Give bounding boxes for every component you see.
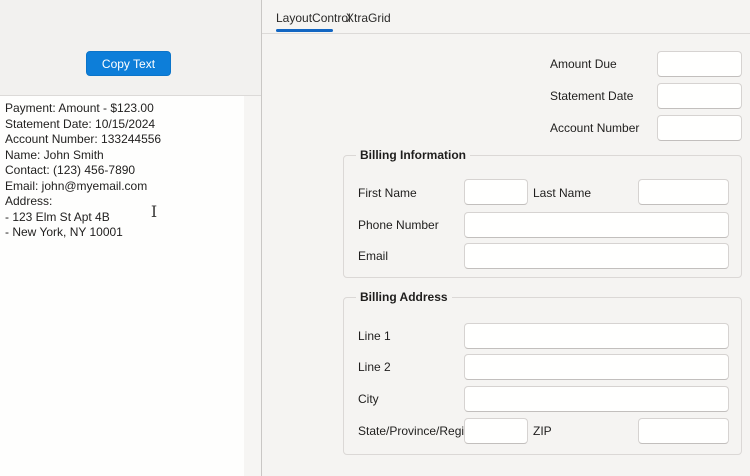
memo-line: - 123 Elm St Apt 4B — [5, 210, 240, 226]
zip-label: ZIP — [533, 423, 552, 439]
copy-text-button[interactable]: Copy Text — [86, 51, 171, 76]
memo-scrollbar[interactable] — [244, 96, 261, 476]
city-label: City — [358, 391, 379, 407]
left-toolbar-panel: Copy Text — [0, 0, 262, 96]
tab-xtragrid[interactable]: XtraGrid — [346, 10, 391, 26]
phone-number-label: Phone Number — [358, 217, 439, 233]
first-name-input[interactable] — [464, 179, 528, 205]
tab-layoutcontrol[interactable]: LayoutControl — [276, 10, 351, 26]
line1-label: Line 1 — [358, 328, 391, 344]
billing-address-title: Billing Address — [356, 290, 452, 305]
state-province-region-label: State/Province/Region — [358, 423, 477, 439]
memo-line: Statement Date: 10/15/2024 — [5, 117, 240, 133]
memo-line: Address: — [5, 194, 240, 210]
memo-line: Contact: (123) 456-7890 — [5, 163, 240, 179]
account-number-input[interactable] — [657, 115, 742, 141]
memo-line: Account Number: 133244556 — [5, 132, 240, 148]
ibeam-cursor-icon: I — [148, 204, 160, 220]
memo-line: Email: john@myemail.com — [5, 179, 240, 195]
active-tab-underline — [276, 29, 333, 32]
city-input[interactable] — [464, 386, 729, 412]
account-number-label: Account Number — [550, 120, 639, 136]
email-input[interactable] — [464, 243, 729, 269]
last-name-label: Last Name — [533, 185, 591, 201]
line2-label: Line 2 — [358, 359, 391, 375]
zip-input[interactable] — [638, 418, 729, 444]
last-name-input[interactable] — [638, 179, 729, 205]
billing-address-group: Billing Address Line 1 Line 2 City State… — [343, 297, 742, 455]
statement-date-input[interactable] — [657, 83, 742, 109]
tabstrip-divider — [262, 33, 750, 34]
amount-due-label: Amount Due — [550, 56, 617, 72]
amount-due-input[interactable] — [657, 51, 742, 77]
memo-line: Name: John Smith — [5, 148, 240, 164]
first-name-label: First Name — [358, 185, 417, 201]
line1-input[interactable] — [464, 323, 729, 349]
demo-content-panel: LayoutControl XtraGrid Amount Due Statem… — [262, 0, 750, 476]
line2-input[interactable] — [464, 354, 729, 380]
payment-memo-editor[interactable]: Payment: Amount - $123.00 Statement Date… — [0, 96, 244, 476]
memo-line: Payment: Amount - $123.00 — [5, 101, 240, 117]
memo-line: - New York, NY 10001 — [5, 225, 240, 241]
billing-information-group: Billing Information First Name Last Name… — [343, 155, 742, 278]
email-label: Email — [358, 248, 388, 264]
statement-date-label: Statement Date — [550, 88, 633, 104]
billing-information-title: Billing Information — [356, 148, 470, 163]
state-province-region-input[interactable] — [464, 418, 528, 444]
phone-number-input[interactable] — [464, 212, 729, 238]
